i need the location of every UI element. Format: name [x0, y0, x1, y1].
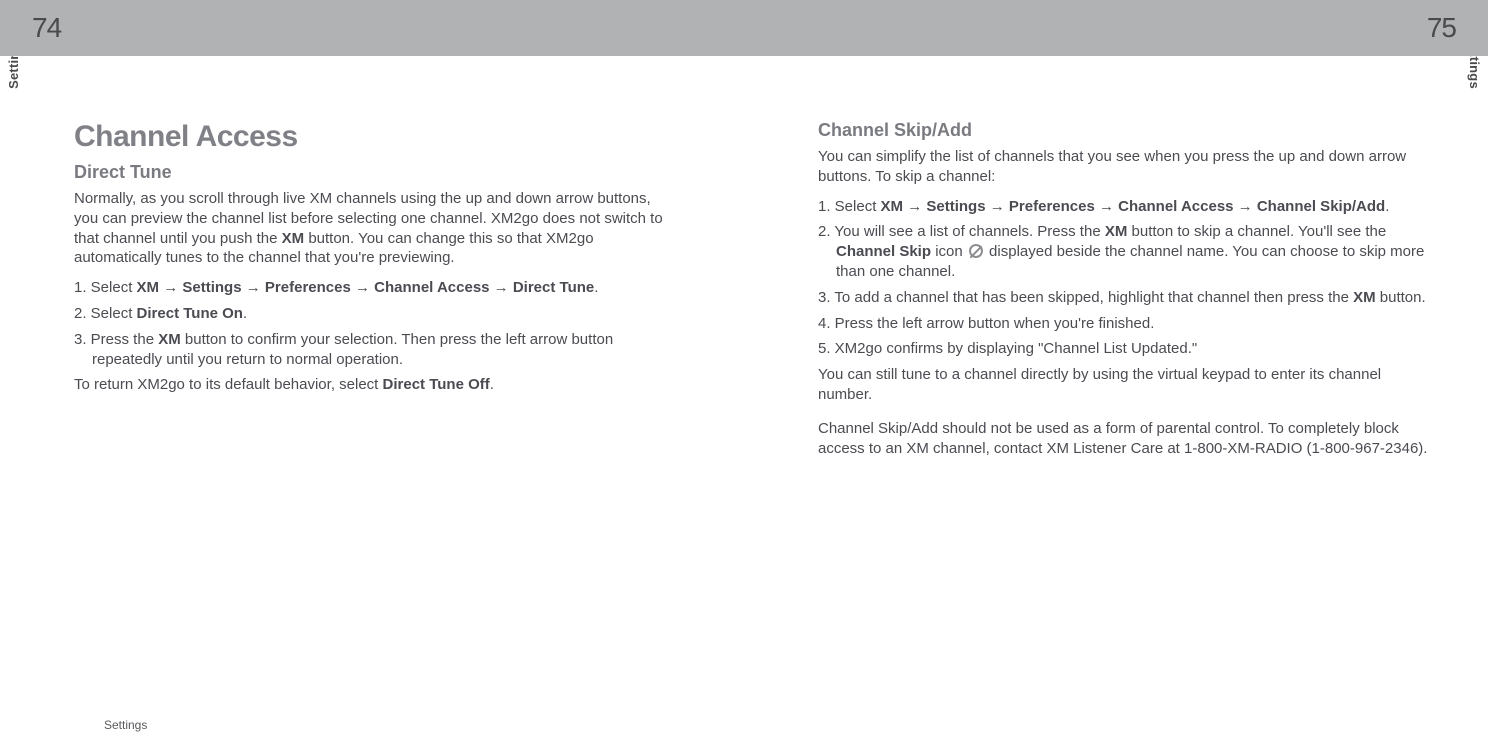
arrow-icon: → [1099, 198, 1114, 215]
heading-channel-access: Channel Access [74, 120, 670, 154]
page-spread: Settings Settings 74 75 Channel Access D… [0, 0, 1488, 750]
text: 2. Select [74, 305, 137, 322]
text: 1. Select [74, 279, 137, 296]
subheading-channel-skip-add: Channel Skip/Add [818, 120, 1432, 141]
path-preferences: Preferences [1009, 198, 1095, 215]
header-bar: 74 75 [0, 0, 1488, 56]
path-channel-access: Channel Access [1118, 198, 1233, 215]
footer-left: Settings [104, 718, 147, 732]
body: Channel Access Direct Tune Normally, as … [0, 56, 1488, 750]
left-page: Channel Access Direct Tune Normally, as … [0, 56, 744, 750]
skip-step-5: 5. XM2go confirms by displaying "Channel… [818, 339, 1432, 359]
text: 1. Select [818, 198, 881, 215]
bold-direct-tune-off: Direct Tune Off [383, 376, 490, 393]
direct-tune-intro: Normally, as you scroll through live XM … [74, 189, 670, 268]
skip-note: Channel Skip/Add should not be used as a… [818, 419, 1432, 459]
arrow-icon: → [163, 279, 178, 296]
subheading-direct-tune: Direct Tune [74, 162, 670, 183]
path-channel-access: Channel Access [374, 279, 489, 296]
arrow-icon: → [246, 279, 261, 296]
right-page: Channel Skip/Add You can simplify the li… [744, 56, 1488, 750]
text: 3. Press the [74, 331, 158, 348]
path-xm: XM [137, 279, 160, 296]
arrow-icon: → [1238, 198, 1253, 215]
skip-after: You can still tune to a channel directly… [818, 365, 1432, 405]
path-settings: Settings [182, 279, 241, 296]
bold-xm: XM [1353, 289, 1376, 306]
arrow-icon: → [907, 198, 922, 215]
bold-channel-skip: Channel Skip [836, 243, 931, 260]
text: To return XM2go to its default behavior,… [74, 376, 383, 393]
bold-direct-tune-on: Direct Tune On [137, 305, 243, 322]
text: button. [1376, 289, 1426, 306]
direct-tune-step-3: 3. Press the XM button to confirm your s… [74, 330, 670, 370]
bold-xm: XM [1105, 223, 1128, 240]
channel-skip-icon [969, 244, 983, 258]
text: button to skip a channel. You'll see the [1127, 223, 1386, 240]
text: icon [931, 243, 967, 260]
bold-xm: XM [282, 230, 305, 247]
skip-step-4: 4. Press the left arrow button when you'… [818, 314, 1432, 334]
path-settings: Settings [926, 198, 985, 215]
arrow-icon: → [494, 279, 509, 296]
text: 2. You will see a list of channels. Pres… [818, 223, 1105, 240]
path-channel-skip-add: Channel Skip/Add [1257, 198, 1385, 215]
page-number-left: 74 [32, 12, 61, 44]
skip-step-1: 1. Select XM → Settings → Preferences → … [818, 197, 1432, 217]
text: 3. To add a channel that has been skippe… [818, 289, 1353, 306]
direct-tune-step-2: 2. Select Direct Tune On. [74, 304, 670, 324]
page-number-right: 75 [1427, 12, 1456, 44]
path-preferences: Preferences [265, 279, 351, 296]
arrow-icon: → [355, 279, 370, 296]
skip-step-2: 2. You will see a list of channels. Pres… [818, 222, 1432, 281]
arrow-icon: → [990, 198, 1005, 215]
path-xm: XM [881, 198, 904, 215]
bold-xm: XM [158, 331, 181, 348]
skip-intro: You can simplify the list of channels th… [818, 147, 1432, 187]
direct-tune-step-1: 1. Select XM → Settings → Preferences → … [74, 278, 670, 298]
skip-step-3: 3. To add a channel that has been skippe… [818, 288, 1432, 308]
direct-tune-closing: To return XM2go to its default behavior,… [74, 375, 670, 395]
path-direct-tune: Direct Tune [513, 279, 594, 296]
